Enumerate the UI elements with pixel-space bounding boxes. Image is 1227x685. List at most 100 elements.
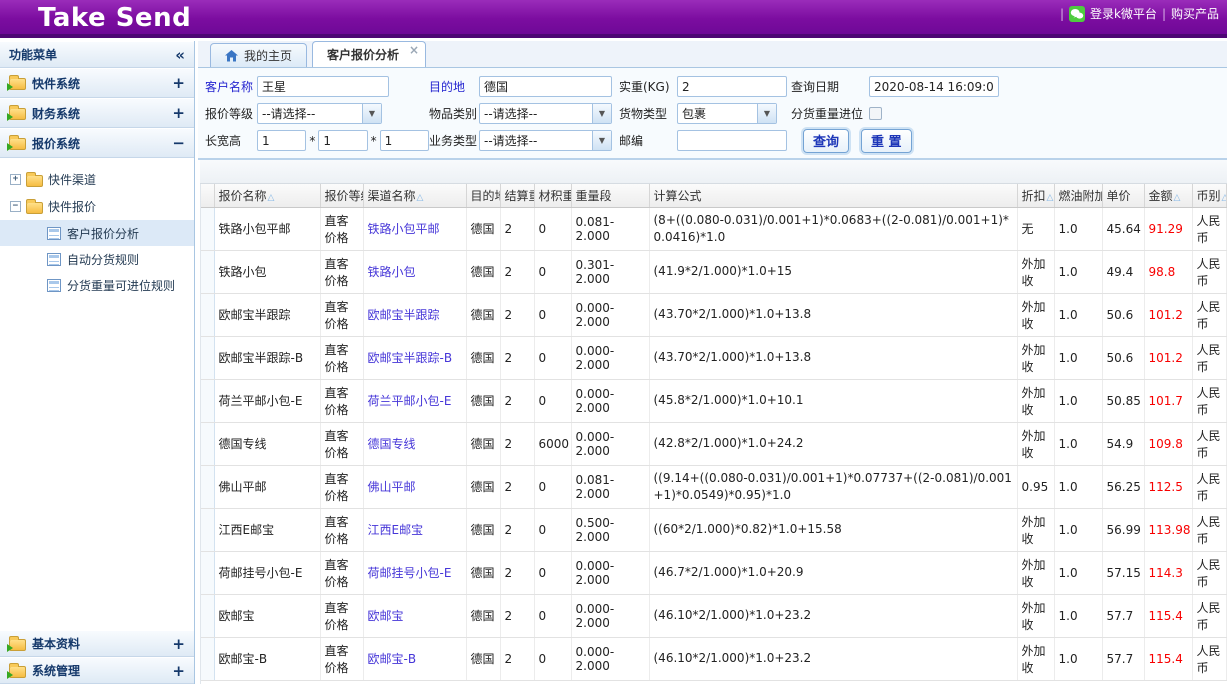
- app-logo: Take Send: [0, 0, 1227, 36]
- chevron-down-icon[interactable]: ▼: [592, 131, 611, 150]
- channel-link[interactable]: 铁路小包: [368, 265, 416, 279]
- table-row[interactable]: 江西E邮宝直客价格江西E邮宝德国200.500-2.000((60*2/1.00…: [201, 508, 1227, 551]
- weight-input[interactable]: [677, 76, 787, 97]
- channel-link[interactable]: 欧邮宝-B: [368, 652, 417, 666]
- chevron-down-icon[interactable]: ▼: [592, 104, 611, 123]
- width-input[interactable]: [318, 130, 367, 151]
- tree-leaf-customer-quote-analysis[interactable]: 客户报价分析: [0, 220, 194, 246]
- table-row[interactable]: 佛山平邮直客价格佛山平邮德国200.081-2.000((9.14+((0.08…: [201, 465, 1227, 508]
- item-category-label: 物品类别: [429, 105, 479, 122]
- channel-link[interactable]: 欧邮宝半跟踪-B: [368, 351, 453, 365]
- main-area: 我的主页 客户报价分析 × 客户名称 目的地 实重(KG) 查询日期 报价等级: [198, 41, 1227, 684]
- cell-formula: (8+((0.080-0.031)/0.001+1)*0.0683+((2-0.…: [649, 207, 1017, 250]
- length-input[interactable]: [257, 130, 306, 151]
- cell-discount: 外加收: [1017, 250, 1054, 293]
- table-row[interactable]: 欧邮宝半跟踪直客价格欧邮宝半跟踪德国200.000-2.000(43.70*2/…: [201, 293, 1227, 336]
- chevron-down-icon[interactable]: ▼: [757, 104, 776, 123]
- col-header-channel[interactable]: 渠道名称△: [363, 184, 466, 207]
- expand-plus-icon[interactable]: +: [172, 662, 185, 680]
- channel-link[interactable]: 铁路小包平邮: [368, 222, 440, 236]
- table-row[interactable]: 铁路小包平邮直客价格铁路小包平邮德国200.081-2.000(8+((0.08…: [201, 207, 1227, 250]
- expand-plus-icon[interactable]: +: [172, 74, 185, 92]
- channel-link[interactable]: 欧邮宝半跟踪: [368, 308, 440, 322]
- table-row[interactable]: 铁路小包直客价格铁路小包德国200.301-2.000(41.9*2/1.000…: [201, 250, 1227, 293]
- quote-grade-select[interactable]: --请选择-- ▼: [257, 103, 382, 124]
- business-type-select[interactable]: --请选择-- ▼: [479, 130, 612, 151]
- sidebar-item-finance-system[interactable]: 财务系统 +: [0, 98, 194, 128]
- destination-input[interactable]: [479, 76, 612, 97]
- query-date-input[interactable]: [869, 76, 999, 97]
- sidebar-item-quote-system[interactable]: 报价系统 −: [0, 128, 194, 158]
- col-header-currency[interactable]: 币别△: [1192, 184, 1226, 207]
- tree-node-express-channel[interactable]: + 快件渠道: [0, 166, 194, 193]
- cargo-type-label: 货物类型: [619, 105, 677, 122]
- sidebar-item-system-management[interactable]: 系统管理 +: [0, 657, 194, 684]
- table-row[interactable]: 德国专线直客价格德国专线德国260000.000-2.000(42.8*2/1.…: [201, 422, 1227, 465]
- tree-leaf-weight-carry-rule[interactable]: 分货重量可进位规则: [0, 272, 194, 298]
- col-header-discount[interactable]: 折扣△: [1017, 184, 1054, 207]
- col-header-volume[interactable]: 材积重量△: [534, 184, 571, 207]
- col-header-settle[interactable]: 结算重量△: [500, 184, 534, 207]
- collapse-minus-icon[interactable]: −: [172, 134, 185, 152]
- tree-node-express-quote[interactable]: − 快件报价: [0, 193, 194, 220]
- sidebar-item-express-system[interactable]: 快件系统 +: [0, 68, 194, 98]
- table-row[interactable]: 欧邮宝半跟踪-B直客价格欧邮宝半跟踪-B德国200.000-2.000(43.7…: [201, 336, 1227, 379]
- login-kwei-link[interactable]: 登录k微平台: [1090, 5, 1157, 22]
- col-header-grade[interactable]: 报价等级: [320, 184, 363, 207]
- cell-currency: 人民币: [1192, 336, 1226, 379]
- cell-unit: 49.4: [1102, 250, 1144, 293]
- table-row[interactable]: 荷邮挂号小包-E直客价格荷邮挂号小包-E德国200.000-2.000(46.7…: [201, 551, 1227, 594]
- col-header-fuel[interactable]: 燃油附加费△: [1054, 184, 1102, 207]
- channel-link[interactable]: 江西E邮宝: [368, 523, 424, 537]
- search-button[interactable]: 查询: [803, 129, 849, 153]
- cargo-type-select[interactable]: 包裹 ▼: [677, 103, 777, 124]
- col-header-unit[interactable]: 单价: [1102, 184, 1144, 207]
- channel-link[interactable]: 荷兰平邮小包-E: [368, 394, 452, 408]
- cell-range: 0.301-2.000: [571, 250, 649, 293]
- tree-leaf-auto-sorting-rule[interactable]: 自动分货规则: [0, 246, 194, 272]
- zipcode-input[interactable]: [677, 130, 787, 151]
- channel-link[interactable]: 欧邮宝: [368, 609, 404, 623]
- collapse-sidebar-icon[interactable]: «: [175, 46, 185, 64]
- cell-amount: 101.2: [1144, 336, 1192, 379]
- cell-unit: 56.99: [1102, 508, 1144, 551]
- col-header-dest[interactable]: 目的地△: [466, 184, 500, 207]
- folder-arrow-icon: [9, 138, 26, 150]
- sort-asc-icon[interactable]: △: [268, 193, 275, 203]
- sort-asc-icon[interactable]: △: [1174, 193, 1181, 203]
- channel-link[interactable]: 荷邮挂号小包-E: [368, 566, 452, 580]
- sort-asc-icon[interactable]: △: [1047, 193, 1054, 203]
- sort-asc-icon[interactable]: △: [1222, 193, 1226, 203]
- expand-plus-icon[interactable]: +: [172, 635, 185, 653]
- expander-minus-icon[interactable]: −: [10, 201, 21, 212]
- chevron-down-icon[interactable]: ▼: [362, 104, 381, 123]
- sort-asc-icon[interactable]: △: [417, 193, 424, 203]
- cell-currency: 人民币: [1192, 379, 1226, 422]
- cell-volume: 0: [534, 293, 571, 336]
- weight-carry-checkbox[interactable]: [869, 107, 882, 120]
- tab-customer-quote-analysis[interactable]: 客户报价分析 ×: [312, 41, 426, 67]
- item-category-select[interactable]: --请选择-- ▼: [479, 103, 612, 124]
- table-row[interactable]: 荷兰平邮小包-E直客价格荷兰平邮小包-E德国200.000-2.000(45.8…: [201, 379, 1227, 422]
- col-header-amount[interactable]: 金额△: [1144, 184, 1192, 207]
- buy-product-link[interactable]: 购买产品: [1171, 5, 1219, 22]
- close-icon[interactable]: ×: [409, 44, 419, 56]
- expand-plus-icon[interactable]: +: [172, 104, 185, 122]
- table-row[interactable]: 欧邮宝-B直客价格欧邮宝-B德国200.000-2.000(46.10*2/1.…: [201, 637, 1227, 680]
- height-input[interactable]: [380, 130, 429, 151]
- cell-amount: 112.5: [1144, 465, 1192, 508]
- sidebar-item-basic-data[interactable]: 基本资料 +: [0, 630, 194, 657]
- cell-sel: [201, 508, 214, 551]
- expander-plus-icon[interactable]: +: [10, 174, 21, 185]
- col-header-formula[interactable]: 计算公式: [649, 184, 1017, 207]
- channel-link[interactable]: 德国专线: [368, 437, 416, 451]
- cell-currency: 人民币: [1192, 637, 1226, 680]
- tab-my-homepage[interactable]: 我的主页: [210, 43, 307, 67]
- reset-button[interactable]: 重 置: [861, 129, 912, 153]
- customer-name-input[interactable]: [257, 76, 389, 97]
- cell-name: 欧邮宝-B: [214, 637, 320, 680]
- channel-link[interactable]: 佛山平邮: [368, 480, 416, 494]
- col-header-range[interactable]: 重量段: [571, 184, 649, 207]
- table-row[interactable]: 欧邮宝直客价格欧邮宝德国200.000-2.000(46.10*2/1.000)…: [201, 594, 1227, 637]
- col-header-name[interactable]: 报价名称△: [214, 184, 320, 207]
